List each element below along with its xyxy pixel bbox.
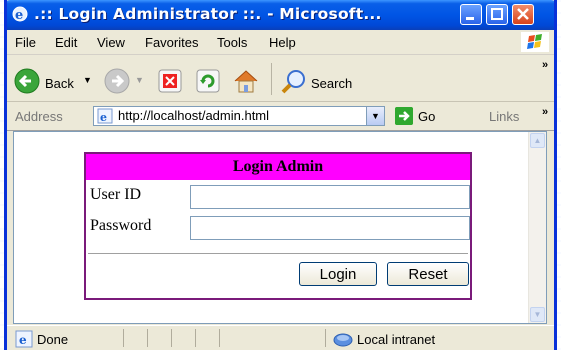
login-button[interactable]: Login xyxy=(299,262,377,286)
close-icon xyxy=(517,8,529,20)
menu-favorites[interactable]: Favorites xyxy=(145,35,198,50)
address-input[interactable]: e http://localhost/admin.html ▼ xyxy=(93,106,385,126)
go-arrow-icon[interactable] xyxy=(395,107,413,125)
close-button[interactable] xyxy=(512,4,534,25)
password-label: Password xyxy=(90,217,152,234)
menu-file[interactable]: File xyxy=(15,35,36,50)
reset-button[interactable]: Reset xyxy=(387,262,469,286)
user-id-input[interactable] xyxy=(190,185,470,209)
svg-text:e: e xyxy=(19,333,27,347)
scroll-down-icon[interactable]: ▼ xyxy=(530,307,545,322)
menu-bar: File Edit View Favorites Tools Help xyxy=(7,30,554,55)
maximize-icon xyxy=(491,8,503,20)
page-viewport: Login Admin User ID Password Login Reset… xyxy=(13,131,547,324)
home-icon[interactable] xyxy=(231,66,261,96)
links-label[interactable]: Links xyxy=(489,109,519,124)
menu-tools[interactable]: Tools xyxy=(217,35,247,50)
svg-text:e: e xyxy=(15,8,23,22)
refresh-icon[interactable] xyxy=(195,68,221,94)
forward-arrow-icon[interactable] xyxy=(103,67,131,95)
standard-toolbar: Back ▼ ▼ Search » xyxy=(7,55,554,102)
page-done-icon: e xyxy=(15,330,33,348)
login-heading: Login Admin xyxy=(86,154,470,180)
menu-help[interactable]: Help xyxy=(269,35,296,50)
minimize-button[interactable] xyxy=(460,4,482,25)
forward-dropdown-icon[interactable]: ▼ xyxy=(135,75,144,85)
minimize-icon xyxy=(466,17,474,20)
address-url: http://localhost/admin.html xyxy=(118,108,270,123)
status-separator xyxy=(171,329,172,347)
status-separator xyxy=(195,329,196,347)
login-form: Login Admin User ID Password Login Reset xyxy=(84,152,472,300)
status-bar: e Done Local intranet xyxy=(7,325,554,350)
window-title: .:: Login Administrator ::. - Microsoft.… xyxy=(34,5,382,23)
toolbar-overflow-icon[interactable]: » xyxy=(542,59,548,71)
status-separator xyxy=(219,329,220,347)
status-separator xyxy=(147,329,148,347)
status-separator xyxy=(123,329,124,347)
go-button-label[interactable]: Go xyxy=(418,109,435,124)
search-button-label[interactable]: Search xyxy=(311,76,352,91)
scroll-up-icon[interactable]: ▲ xyxy=(530,133,545,148)
address-bar: Address e http://localhost/admin.html ▼ … xyxy=(7,102,554,131)
address-label: Address xyxy=(15,109,63,124)
form-divider xyxy=(88,253,468,254)
menu-view[interactable]: View xyxy=(97,35,125,50)
stop-icon[interactable] xyxy=(157,68,183,94)
title-bar: e .:: Login Administrator ::. - Microsof… xyxy=(7,0,554,30)
user-id-label: User ID xyxy=(90,186,142,203)
page-icon: e xyxy=(97,108,113,124)
browser-window: e .:: Login Administrator ::. - Microsof… xyxy=(4,0,557,350)
status-separator xyxy=(325,329,326,347)
ie-icon: e xyxy=(12,6,28,22)
back-button-label[interactable]: Back xyxy=(45,76,74,91)
search-icon[interactable] xyxy=(279,67,309,97)
menu-edit[interactable]: Edit xyxy=(55,35,77,50)
links-overflow-icon[interactable]: » xyxy=(542,106,548,118)
svg-text:e: e xyxy=(100,111,107,124)
local-intranet-icon xyxy=(333,333,353,347)
back-arrow-icon[interactable] xyxy=(13,67,41,95)
address-dropdown-icon[interactable]: ▼ xyxy=(366,107,384,125)
status-text: Done xyxy=(37,332,69,347)
password-input[interactable] xyxy=(190,216,470,240)
windows-logo-icon xyxy=(521,32,549,52)
toolbar-separator xyxy=(271,63,272,95)
maximize-button[interactable] xyxy=(486,4,508,25)
back-dropdown-icon[interactable]: ▼ xyxy=(83,75,92,85)
vertical-scrollbar[interactable]: ▲ ▼ xyxy=(528,132,546,323)
security-zone-text: Local intranet xyxy=(357,332,436,347)
